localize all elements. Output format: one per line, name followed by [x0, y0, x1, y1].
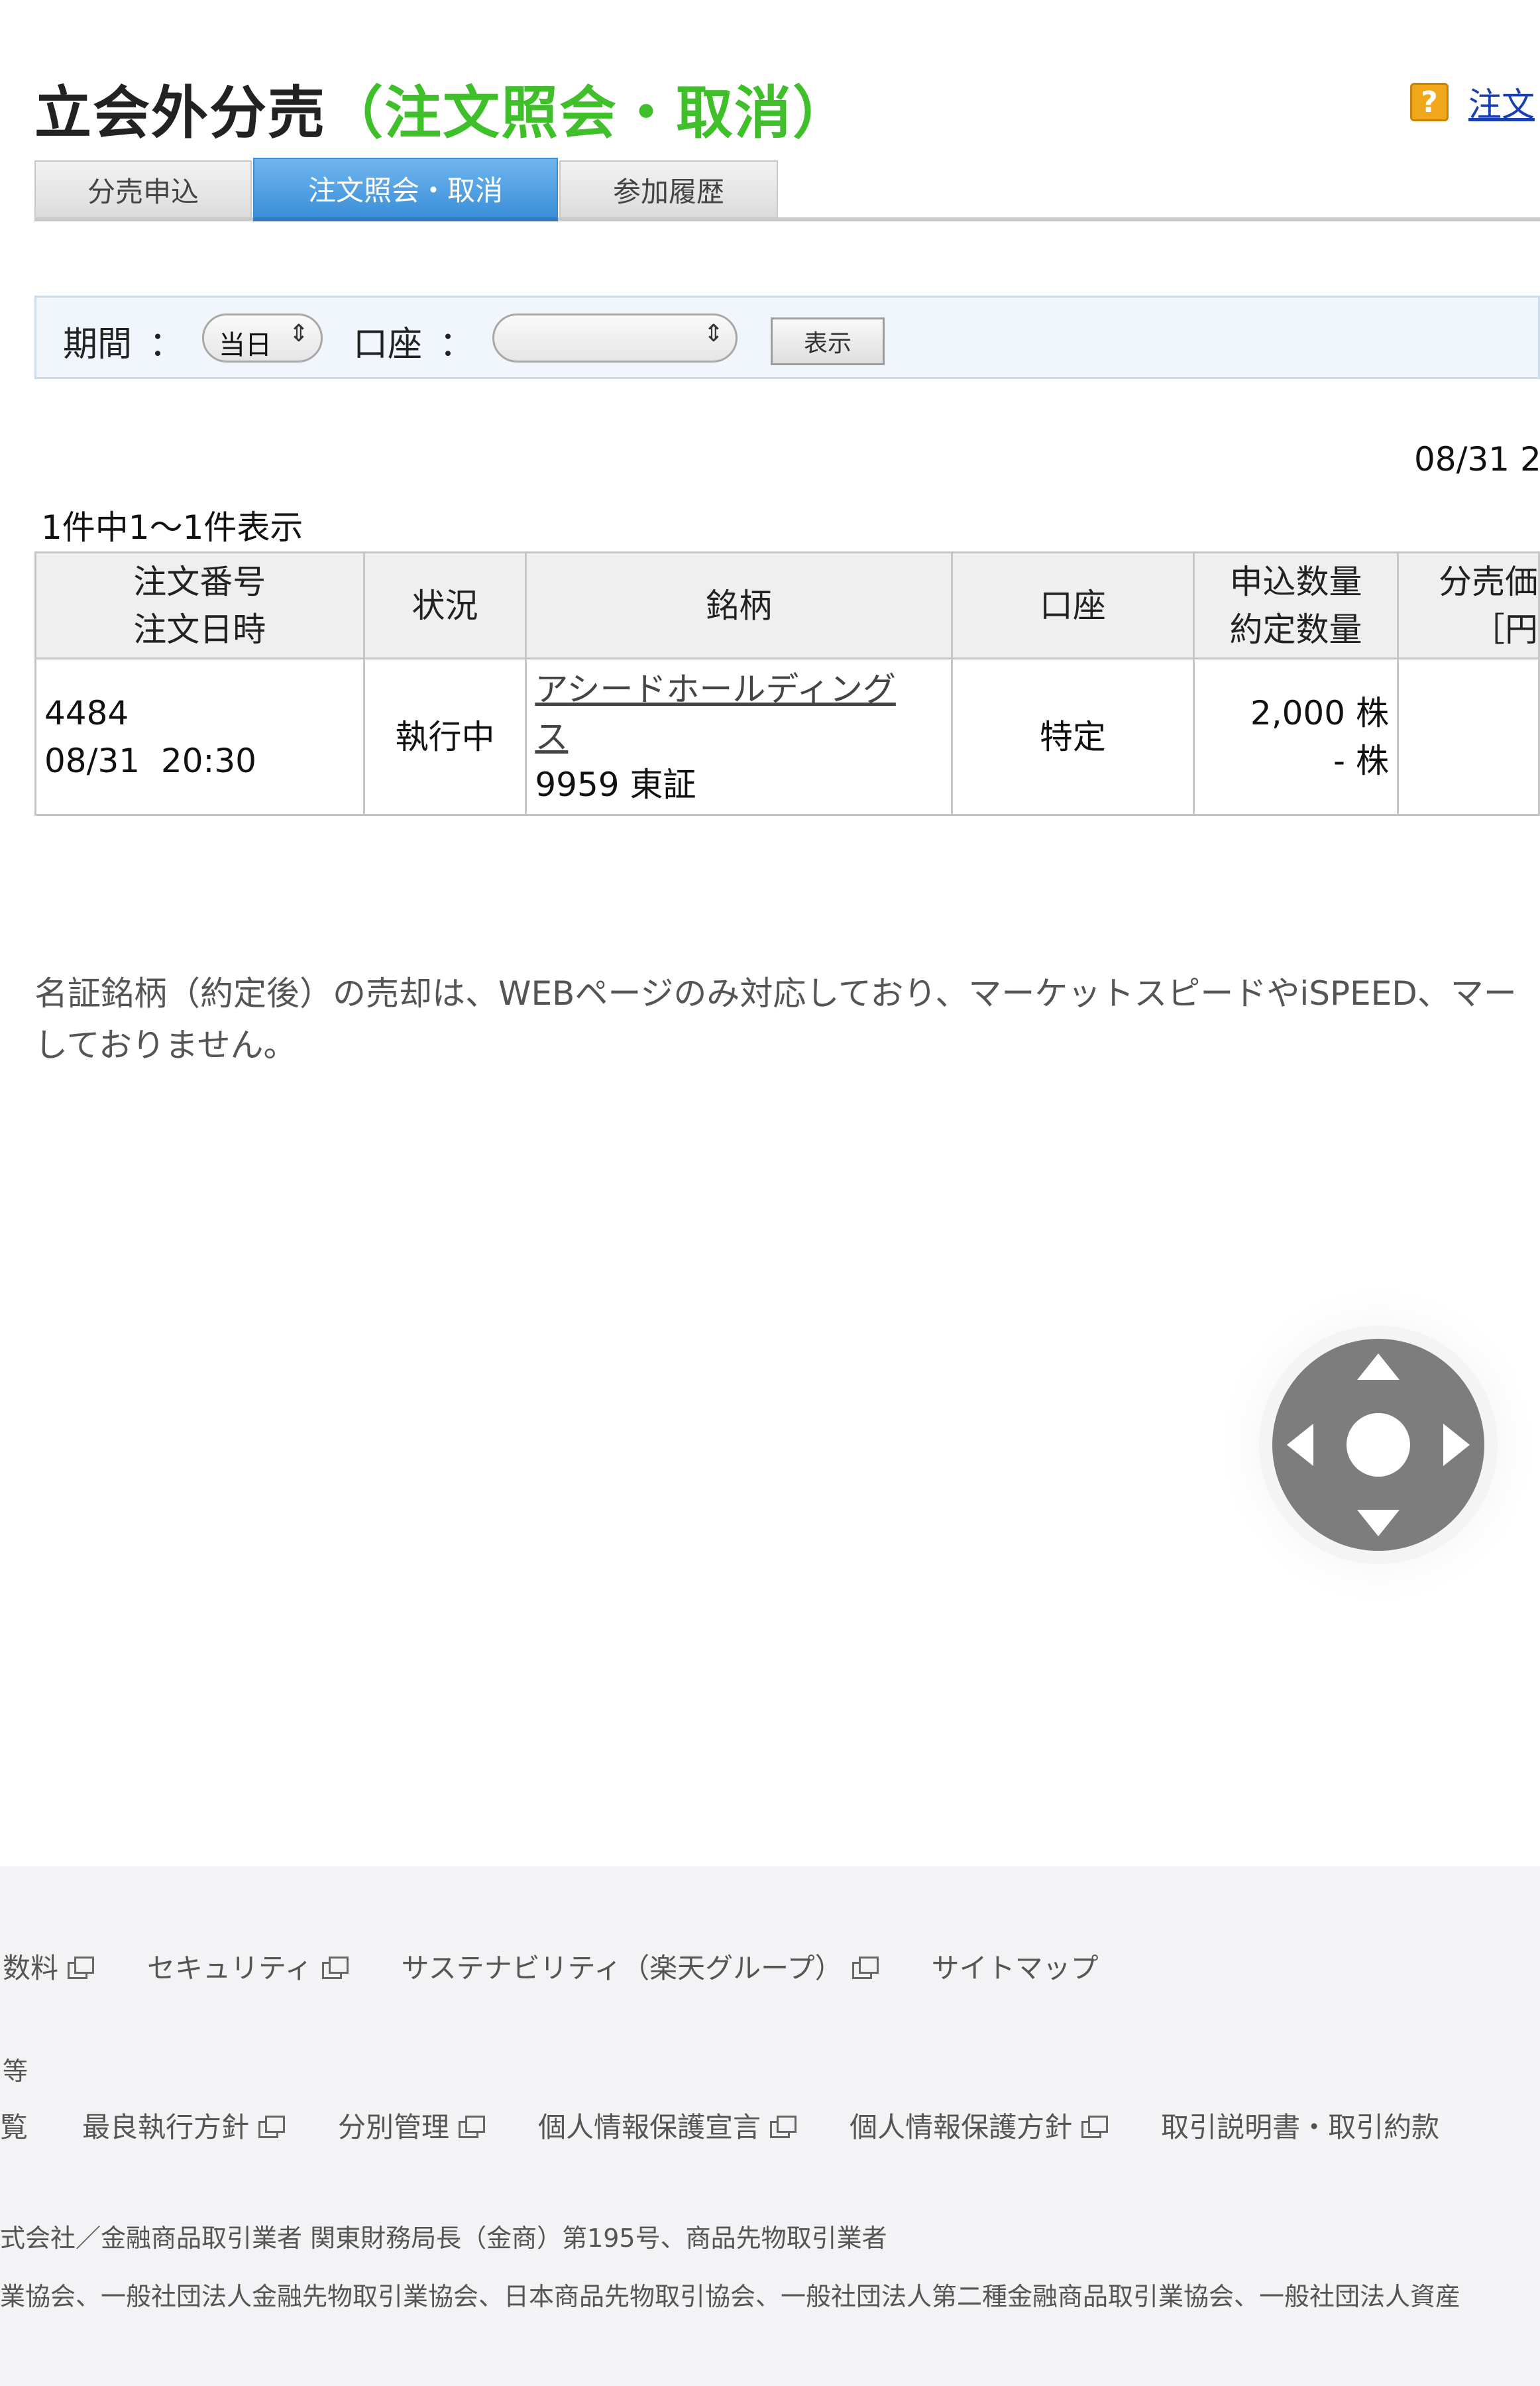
header-stock: 銘柄	[525, 551, 953, 659]
header-order: 注文番号 注文日時	[34, 551, 365, 659]
external-link-icon	[770, 2115, 797, 2138]
tab-apply[interactable]: 分売申込	[34, 160, 252, 217]
period-select-value: 当日	[219, 330, 272, 361]
joystick-arrows-icon	[1287, 1353, 1470, 1536]
header-account: 口座	[950, 551, 1195, 659]
page-title-main: 立会外分売	[34, 80, 326, 146]
footer-link-label[interactable]: 分別管理	[338, 2105, 449, 2145]
tab-order-inquiry[interactable]: 注文照会・取消	[253, 158, 558, 221]
footer-link-terms[interactable]: 取引説明書・取引約款	[1161, 2105, 1439, 2145]
footer-link-label[interactable]: サイトマップ	[932, 1946, 1099, 1986]
header-apply-qty: 申込数量	[1229, 562, 1362, 601]
joystick-control[interactable]	[1272, 1339, 1484, 1551]
footer-link-privacy-policy[interactable]: 個人情報保護方針	[850, 2105, 1109, 2145]
tab-bar: 分売申込 注文照会・取消 参加履歴	[34, 158, 1540, 221]
footer-link-list[interactable]: 覧	[0, 2105, 28, 2145]
table-header-row: 注文番号 注文日時 状況 銘柄 口座 申込数量 約定数量 分売価 ［円	[34, 551, 1540, 659]
page-title-sub: （注文照会・取消）	[326, 80, 851, 146]
footer-link-security[interactable]: セキュリティ	[147, 1946, 349, 1986]
filter-bar: 期間 ： 当日 ⇕ 口座 ： ⇕ 表示	[34, 296, 1540, 379]
order-account: 特定	[950, 657, 1195, 816]
external-link-icon	[459, 2115, 486, 2138]
header-filled-qty: 約定数量	[1229, 610, 1362, 649]
account-label: 口座	[353, 325, 423, 365]
header-order-datetime: 注文日時	[133, 610, 266, 649]
footer-link-label[interactable]: 取引説明書・取引約款	[1161, 2105, 1439, 2145]
notice-line-2: しておりません。	[34, 1026, 297, 1064]
stock-name-2[interactable]: ス	[535, 718, 568, 756]
header-qty: 申込数量 約定数量	[1193, 551, 1399, 659]
page-title: 立会外分売（注文照会・取消）	[34, 66, 851, 149]
footer-link-label[interactable]: 覧	[0, 2105, 28, 2145]
help-icon[interactable]: ?	[1410, 83, 1449, 121]
account-select[interactable]: ⇕	[492, 313, 738, 363]
footer-row-1: 数料 セキュリティ サステナビリティ（楽天グループ） サイトマップ	[3, 1946, 1153, 1986]
footer-link-label[interactable]: 個人情報保護方針	[850, 2105, 1072, 2145]
notice-text: 名証銘柄（約定後）の売却は、WEBページのみ対応しており、マーケットスピードやi…	[34, 968, 1517, 1071]
footer-link-sitemap[interactable]: サイトマップ	[932, 1946, 1099, 1986]
filled-qty: - 株	[1333, 741, 1389, 780]
result-count: 1件中1～1件表示	[41, 508, 303, 547]
external-link-icon	[258, 2115, 286, 2138]
header-price: 分売価 ［円	[1396, 551, 1540, 659]
footer-link-label[interactable]: 個人情報保護宣言	[538, 2105, 761, 2145]
external-link-icon	[852, 1956, 879, 1979]
current-date: 08/31 2	[1414, 440, 1540, 479]
footer-row-3: 覧 最良執行方針 分別管理 個人情報保護宣言 個人情報保護方針 取引説明書・取引…	[0, 2105, 1494, 2145]
footer-link-sustainability[interactable]: サステナビリティ（楽天グループ）	[402, 1946, 879, 1986]
order-price	[1396, 657, 1540, 816]
tab-history[interactable]: 参加履歴	[559, 160, 778, 217]
notice-line-1: 名証銘柄（約定後）の売却は、WEBページのみ対応しており、マーケットスピードやi…	[34, 974, 1517, 1013]
apply-qty: 2,000 株	[1250, 693, 1389, 732]
period-select[interactable]: 当日 ⇕	[202, 313, 323, 363]
help-link[interactable]: 注文	[1468, 78, 1535, 126]
cell-stock: アシードホールディング ス 9959 東証	[525, 657, 953, 816]
footer-link-fees[interactable]: 数料	[3, 1946, 95, 1986]
footer-link-best-execution[interactable]: 最良執行方針	[82, 2105, 286, 2145]
select-arrows-icon: ⇕	[288, 320, 309, 347]
header-status: 状況	[362, 551, 527, 659]
footer-link-privacy-declaration[interactable]: 個人情報保護宣言	[538, 2105, 797, 2145]
period-colon: ：	[149, 325, 184, 365]
footer-link-label[interactable]: 最良執行方針	[82, 2105, 249, 2145]
stock-code: 9959 東証	[535, 765, 696, 804]
footer: 数料 セキュリティ サステナビリティ（楽天グループ） サイトマップ 等 覧 最良…	[0, 1866, 1540, 2386]
select-arrows-icon: ⇕	[703, 320, 724, 347]
header-order-no: 注文番号	[133, 562, 266, 601]
footer-link-label[interactable]: セキュリティ	[147, 1946, 312, 1986]
order-no: 4484	[44, 693, 129, 732]
footer-link-segregation[interactable]: 分別管理	[338, 2105, 486, 2145]
footer-link-label[interactable]: 数料	[3, 1946, 58, 1986]
order-status: 執行中	[362, 657, 527, 816]
stock-name-1[interactable]: アシードホールディング	[535, 670, 896, 709]
header-price-1: 分売価	[1438, 562, 1538, 601]
external-link-icon	[321, 1956, 349, 1979]
period-label: 期間	[63, 325, 133, 365]
header-price-2: ［円	[1471, 610, 1538, 649]
help-area: ? 注文	[1410, 78, 1535, 126]
table-row: 4484 08/31 20:30 執行中 アシードホールディング ス 9959 …	[34, 657, 1540, 816]
external-link-icon	[68, 1956, 95, 1979]
order-table: 注文番号 注文日時 状況 銘柄 口座 申込数量 約定数量 分売価 ［円 4484…	[34, 551, 1540, 816]
footer-associations: 業協会、一般社団法人金融先物取引業協会、日本商品先物取引協会、一般社団法人第二種…	[0, 2282, 1461, 2311]
order-datetime: 08/31 20:30	[44, 741, 256, 780]
footer-link-label[interactable]: サステナビリティ（楽天グループ）	[402, 1946, 843, 1986]
show-button[interactable]: 表示	[771, 317, 885, 365]
footer-row-2: 等	[3, 2051, 28, 2087]
stock-name-link[interactable]: アシードホールディング ス	[535, 665, 950, 761]
external-link-icon	[1081, 2115, 1109, 2138]
cell-qty: 2,000 株 - 株	[1193, 657, 1399, 816]
footer-label-etc: 等	[3, 2057, 28, 2086]
account-colon: ：	[439, 325, 474, 365]
cell-order: 4484 08/31 20:30	[34, 657, 365, 816]
footer-company-info: 式会社／金融商品取引業者 関東財務局長（金商）第195号、商品先物取引業者	[0, 2224, 887, 2253]
